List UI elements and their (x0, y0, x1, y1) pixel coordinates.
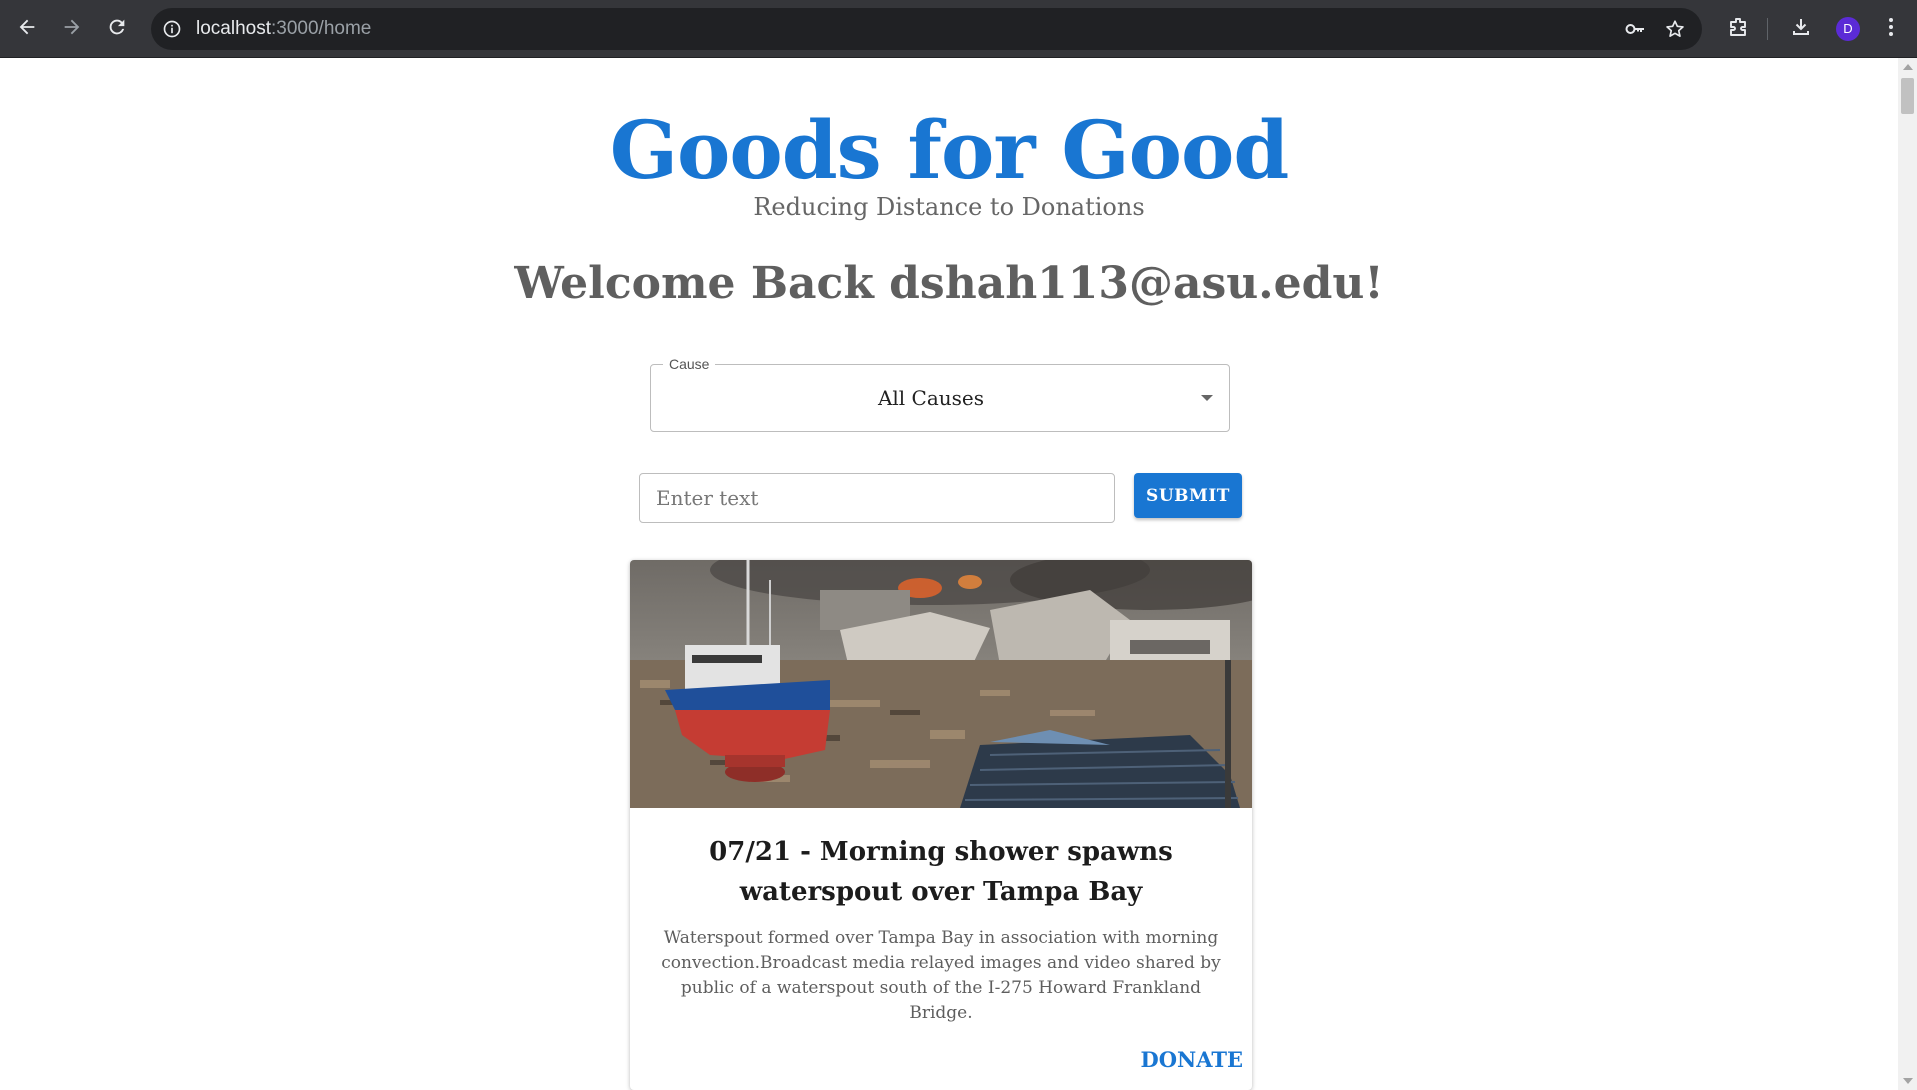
card-description: Waterspout formed over Tampa Bay in asso… (661, 928, 1221, 1023)
page-scrollbar[interactable] (1898, 58, 1917, 1090)
extensions-icon[interactable] (1723, 12, 1753, 42)
address-bar[interactable]: localhost:3000/home (151, 8, 1702, 50)
dropdown-arrow-icon (1201, 395, 1213, 401)
cause-selected-value: All Causes (877, 386, 985, 410)
search-input[interactable] (639, 473, 1115, 523)
donate-button[interactable]: DONATE (1133, 1037, 1243, 1081)
toolbar-divider (1767, 18, 1768, 40)
reload-icon (109, 19, 125, 35)
site-title: Goods for Good (609, 103, 1290, 197)
card-image (630, 560, 1252, 808)
scroll-down-icon[interactable] (1903, 1078, 1913, 1084)
page-content: Goods for Good Reducing Distance to Dona… (0, 58, 1898, 1090)
bookmark-star-icon[interactable] (1663, 17, 1687, 41)
key-icon[interactable] (1623, 17, 1647, 41)
url-path: :3000/home (271, 18, 372, 39)
cause-select[interactable]: Cause All Causes (650, 355, 1230, 432)
url-host: localhost (196, 18, 271, 39)
forward-button[interactable] (54, 9, 90, 45)
site-tagline: Reducing Distance to Donations (753, 193, 1145, 221)
scrollbar-thumb[interactable] (1901, 78, 1914, 114)
site-info-icon[interactable] (161, 18, 183, 40)
submit-button[interactable]: SUBMIT (1134, 473, 1242, 518)
welcome-message: Welcome Back dshah113@asu.edu! (514, 258, 1384, 309)
profile-avatar[interactable]: D (1836, 17, 1860, 41)
more-menu-icon[interactable] (1879, 12, 1903, 42)
download-icon[interactable] (1786, 12, 1816, 42)
arrow-right-icon (64, 19, 80, 35)
arrow-left-icon (19, 19, 35, 35)
url-text[interactable]: localhost:3000/home (196, 8, 371, 50)
back-button[interactable] (9, 9, 45, 45)
cause-card: 07/21 - Morning shower spawns waterspout… (630, 560, 1252, 1090)
browser-toolbar: localhost:3000/home D (0, 0, 1917, 58)
card-title: 07/21 - Morning shower spawns waterspout… (709, 837, 1173, 907)
reload-button[interactable] (99, 9, 135, 45)
scroll-up-icon[interactable] (1903, 64, 1913, 70)
